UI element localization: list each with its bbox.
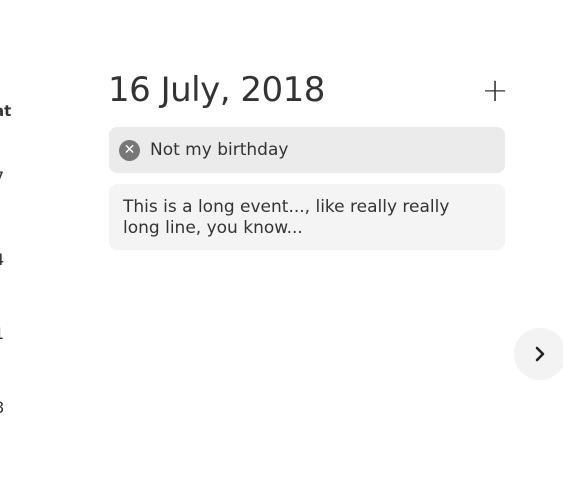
weekday-header-sat: at — [0, 102, 12, 120]
event-title: This is a long event..., like really rea… — [123, 197, 450, 238]
date-cell[interactable]: 7 — [0, 168, 4, 187]
event-item[interactable]: This is a long event..., like really rea… — [109, 184, 505, 250]
date-cell[interactable]: 1 — [0, 324, 4, 343]
add-event-button[interactable]: + — [480, 74, 510, 106]
chevron-right-icon — [535, 346, 545, 362]
calendar-view: at 7 4 1 8 16 July, 2018 + ✕ Not my birt… — [0, 0, 563, 503]
event-title: Not my birthday — [150, 139, 289, 160]
event-item[interactable]: ✕ Not my birthday — [109, 127, 505, 173]
date-cell[interactable]: 8 — [0, 398, 4, 417]
month-grid-column: at 7 4 1 8 — [0, 0, 40, 503]
date-cell[interactable]: 4 — [0, 250, 4, 269]
selected-day-title: 16 July, 2018 — [108, 70, 325, 110]
next-day-button[interactable] — [514, 328, 563, 380]
close-icon[interactable]: ✕ — [119, 139, 140, 161]
